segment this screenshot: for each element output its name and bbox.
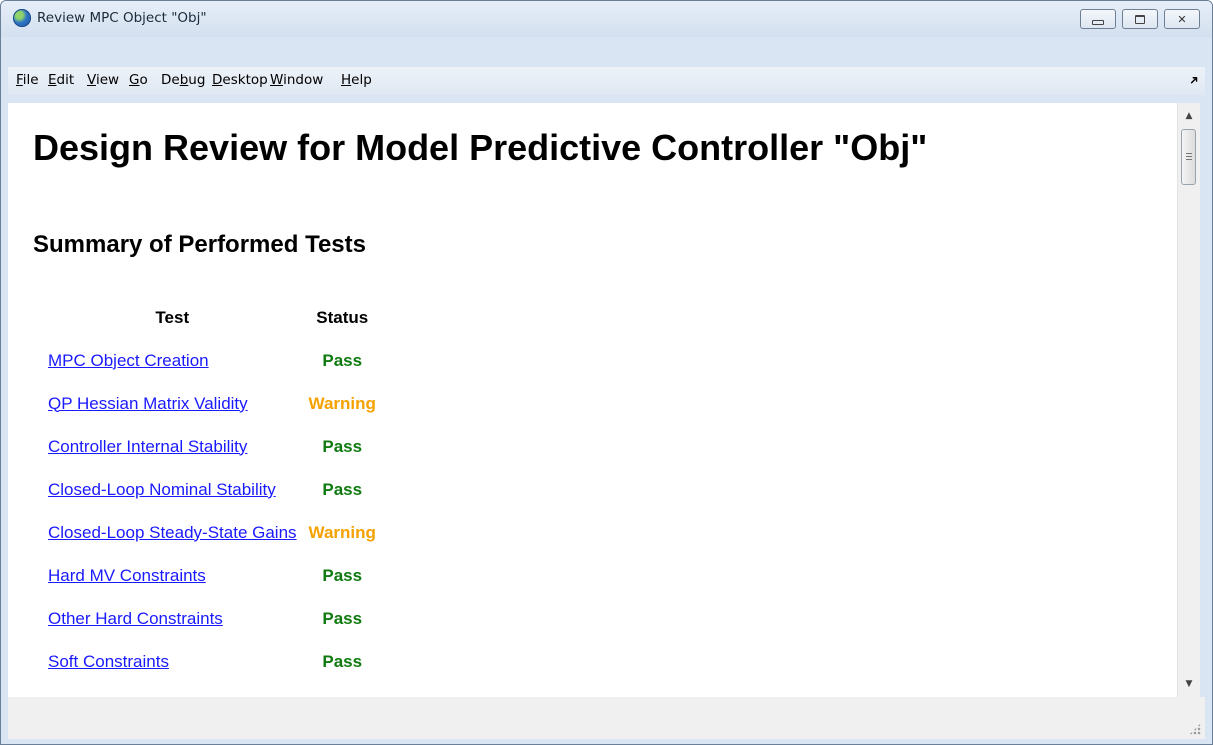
status-badge: Warning — [308, 522, 376, 542]
status-badge: Pass — [322, 436, 363, 456]
test-link[interactable]: Closed-Loop Nominal Stability — [48, 480, 276, 499]
results-table: Test Status MPC Object Creation Pass QP He… — [42, 297, 382, 683]
menu-view[interactable]: View — [87, 72, 119, 88]
menu-bar: ➜ File Edit View Go Debug Desktop Window Help — [8, 67, 1205, 95]
menu-desktop[interactable]: Desktop — [212, 72, 268, 88]
test-link[interactable]: Controller Internal Stability — [48, 437, 247, 456]
scroll-up-arrow-icon[interactable]: ▲ — [1178, 107, 1200, 125]
table-row: Other Hard Constraints Pass — [42, 597, 382, 640]
table-row: QP Hessian Matrix Validity Warning — [42, 382, 382, 425]
close-icon: ✕ — [1177, 12, 1187, 26]
scroll-thumb[interactable] — [1181, 129, 1196, 185]
app-window: Review MPC Object "Obj" ✕ ➜ File Edit View… — [0, 0, 1213, 745]
table-row: Controller Internal Stability Pass — [42, 425, 382, 468]
test-cell: Controller Internal Stability — [42, 425, 303, 468]
test-cell: Hard MV Constraints — [42, 554, 303, 597]
test-link[interactable]: Hard MV Constraints — [48, 566, 206, 585]
status-badge: Pass — [322, 350, 363, 370]
test-link[interactable]: Soft Constraints — [48, 652, 169, 671]
menu-go[interactable]: Go — [129, 72, 148, 88]
column-header-status: Status — [316, 308, 369, 327]
title-bar[interactable]: Review MPC Object "Obj" ✕ — [1, 1, 1212, 37]
test-link[interactable]: Closed-Loop Steady-State Gains — [48, 523, 297, 542]
window-title: Review MPC Object "Obj" — [37, 10, 207, 26]
minimize-button[interactable] — [1080, 9, 1116, 29]
menu-window[interactable]: Window — [270, 72, 323, 88]
status-badge: Warning — [308, 393, 376, 413]
test-cell: Soft Constraints — [42, 640, 303, 683]
globe-icon — [13, 9, 31, 27]
table-row: Closed-Loop Nominal Stability Pass — [42, 468, 382, 511]
status-badge: Pass — [322, 479, 363, 499]
table-header-row: Test Status — [42, 297, 382, 339]
status-badge: Pass — [322, 651, 363, 671]
test-cell: Closed-Loop Nominal Stability — [42, 468, 303, 511]
test-link[interactable]: QP Hessian Matrix Validity — [48, 394, 248, 413]
vertical-scrollbar[interactable]: ▲ ▼ — [1177, 103, 1200, 697]
page-title: Design Review for Model Predictive Contr… — [33, 127, 928, 168]
maximize-button[interactable] — [1122, 9, 1158, 29]
test-cell: Other Hard Constraints — [42, 597, 303, 640]
report-content: Design Review for Model Predictive Contr… — [8, 103, 1177, 697]
resize-grip-icon[interactable] — [1189, 723, 1201, 735]
table-row: Closed-Loop Steady-State Gains Warning — [42, 511, 382, 554]
menu-debug[interactable]: Debug — [161, 72, 205, 88]
column-header-test: Test — [155, 308, 190, 327]
status-badge: Pass — [322, 565, 363, 585]
test-cell: MPC Object Creation — [42, 339, 303, 382]
menu-edit[interactable]: Edit — [48, 72, 74, 88]
grip-icon — [1186, 153, 1192, 161]
menu-file[interactable]: File — [16, 72, 39, 88]
status-badge: Pass — [322, 608, 363, 628]
test-cell: QP Hessian Matrix Validity — [42, 382, 303, 425]
status-bar — [8, 697, 1205, 739]
table-row: MPC Object Creation Pass — [42, 339, 382, 382]
minimize-icon — [1092, 19, 1104, 25]
window-controls: ✕ — [1080, 9, 1200, 29]
menu-help[interactable]: Help — [341, 72, 372, 88]
table-row: Soft Constraints Pass — [42, 640, 382, 683]
maximize-icon — [1135, 14, 1145, 24]
table-row: Hard MV Constraints Pass — [42, 554, 382, 597]
undock-arrow-icon[interactable]: ➜ — [1185, 71, 1202, 88]
test-cell: Closed-Loop Steady-State Gains — [42, 511, 303, 554]
scroll-down-arrow-icon[interactable]: ▼ — [1178, 675, 1200, 693]
test-link[interactable]: Other Hard Constraints — [48, 609, 223, 628]
test-link[interactable]: MPC Object Creation — [48, 351, 209, 370]
close-button[interactable]: ✕ — [1164, 9, 1200, 29]
section-heading: Summary of Performed Tests — [33, 231, 366, 258]
